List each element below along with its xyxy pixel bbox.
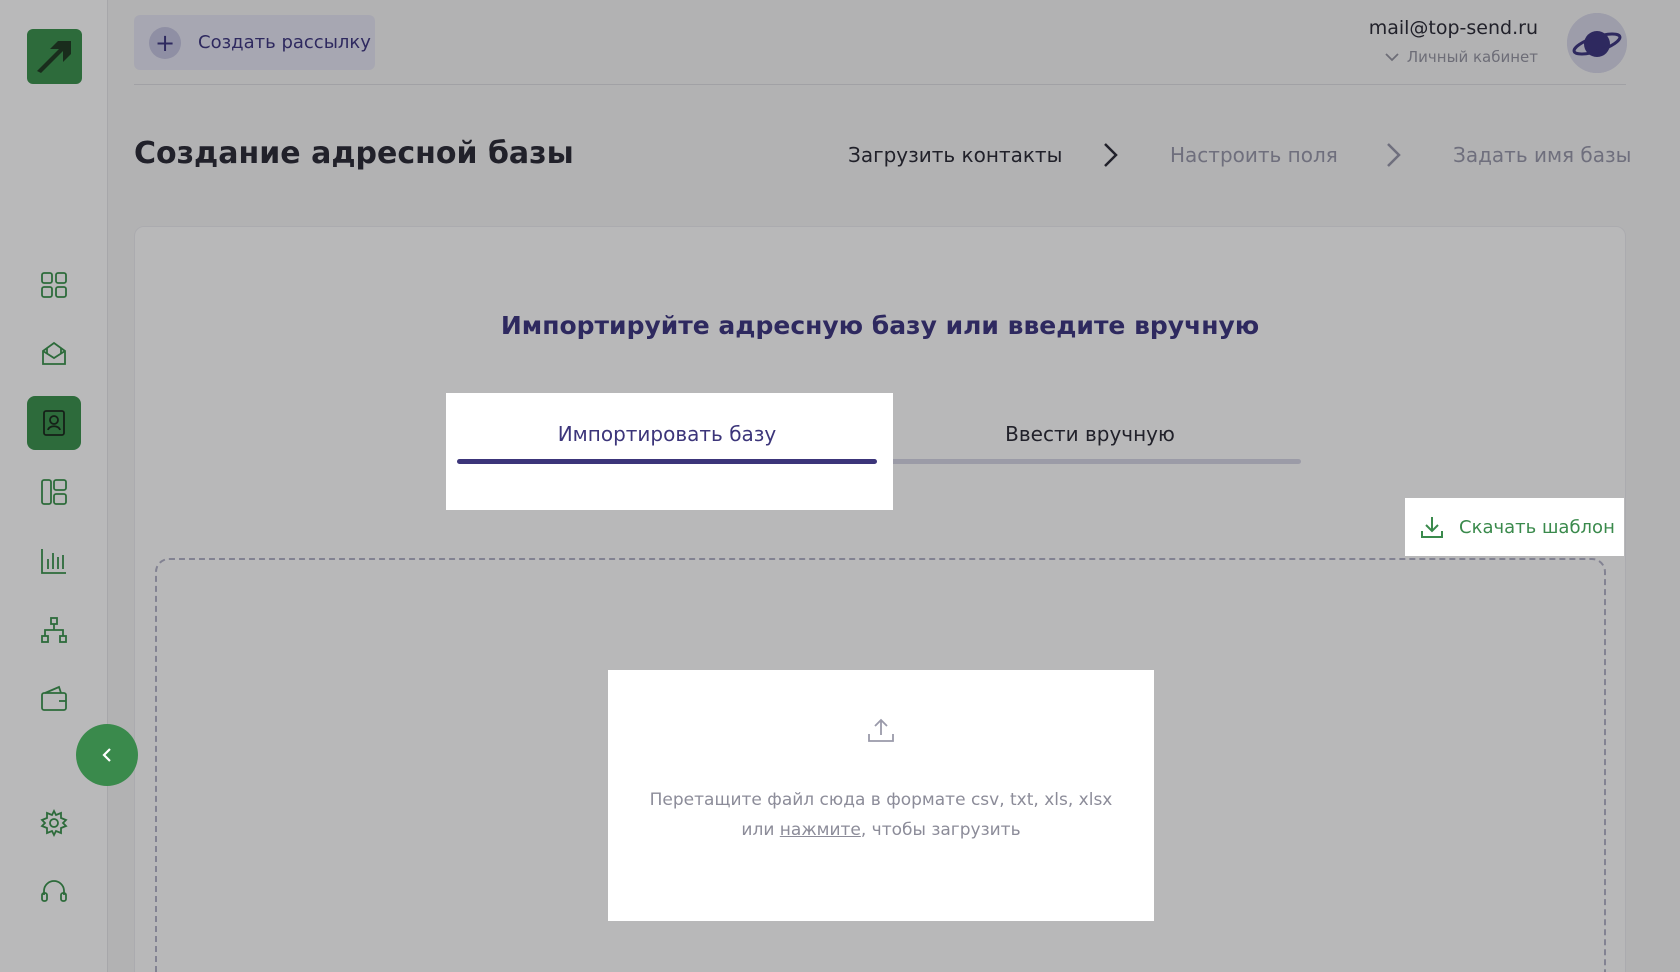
- sidebar-item-billing[interactable]: [27, 672, 81, 726]
- download-template-label: Скачать шаблон: [1459, 516, 1615, 538]
- dropzone-hint-suffix: , чтобы загрузить: [860, 820, 1021, 840]
- collapse-sidebar-button[interactable]: [76, 724, 138, 786]
- templates-icon: [41, 479, 67, 505]
- personal-cabinet-dropdown[interactable]: Личный кабинет: [1385, 48, 1538, 66]
- personal-cabinet-label: Личный кабинет: [1406, 48, 1538, 66]
- dropzone-hint-line2: или нажмите, чтобы загрузить: [608, 820, 1154, 840]
- sidebar-item-settings[interactable]: [27, 796, 81, 850]
- sidebar-item-dashboard[interactable]: [27, 258, 81, 312]
- logo-arrow-icon: [37, 41, 71, 73]
- step-set-base-name: Задать имя базы: [1453, 143, 1632, 167]
- chevron-right-icon: [1387, 143, 1401, 167]
- settings-gear-icon: [40, 808, 68, 838]
- create-campaign-button[interactable]: + Создать рассылку: [134, 15, 375, 70]
- chevron-left-icon: [102, 748, 111, 762]
- sidebar-item-stats[interactable]: [27, 534, 81, 588]
- wallet-icon: [41, 685, 67, 711]
- plus-icon: +: [149, 26, 181, 59]
- user-email: mail@top-send.ru: [1368, 17, 1538, 39]
- step-upload-contacts: Загрузить контакты: [848, 143, 1063, 167]
- sidebar-item-support[interactable]: [27, 865, 81, 919]
- tab-import-highlight: [446, 393, 893, 510]
- avatar[interactable]: [1567, 13, 1627, 73]
- dropzone-hint-prefix: или: [741, 820, 780, 840]
- step-configure-fields: Настроить поля: [1170, 143, 1338, 167]
- chevron-down-icon: [1385, 53, 1399, 62]
- sidebar-item-templates[interactable]: [27, 465, 81, 519]
- upload-click-link[interactable]: нажмите: [780, 820, 861, 840]
- stats-chart-icon: [41, 549, 66, 574]
- upload-icon: [868, 718, 894, 742]
- tab-manual-entry[interactable]: Ввести вручную: [1000, 422, 1180, 446]
- planet-avatar-icon: [1567, 13, 1627, 73]
- contacts-icon: [43, 410, 65, 436]
- sidebar-item-scenarios[interactable]: [27, 603, 81, 657]
- sidebar-item-contacts[interactable]: [27, 396, 81, 450]
- upload-area[interactable]: Перетащите файл сюда в формате csv, txt,…: [608, 670, 1154, 921]
- dashboard-icon: [41, 272, 67, 298]
- page-title: Создание адресной базы: [134, 136, 574, 171]
- download-icon: [1421, 517, 1443, 538]
- scenario-tree-icon: [41, 617, 67, 643]
- sidebar: [0, 0, 108, 972]
- support-headset-icon: [41, 880, 67, 902]
- mail-open-icon: [42, 341, 66, 365]
- app-logo[interactable]: [27, 29, 82, 84]
- tab-active-indicator: [457, 459, 877, 464]
- card-heading: Импортируйте адресную базу или введите в…: [500, 311, 1260, 340]
- chevron-right-icon: [1104, 143, 1118, 167]
- download-template-button[interactable]: Скачать шаблон: [1405, 498, 1624, 556]
- header-divider: [134, 84, 1626, 85]
- create-campaign-label: Создать рассылку: [198, 32, 371, 53]
- tab-import-base[interactable]: Импортировать базу: [532, 422, 802, 446]
- dropzone-hint: Перетащите файл сюда в формате csv, txt,…: [649, 790, 1113, 810]
